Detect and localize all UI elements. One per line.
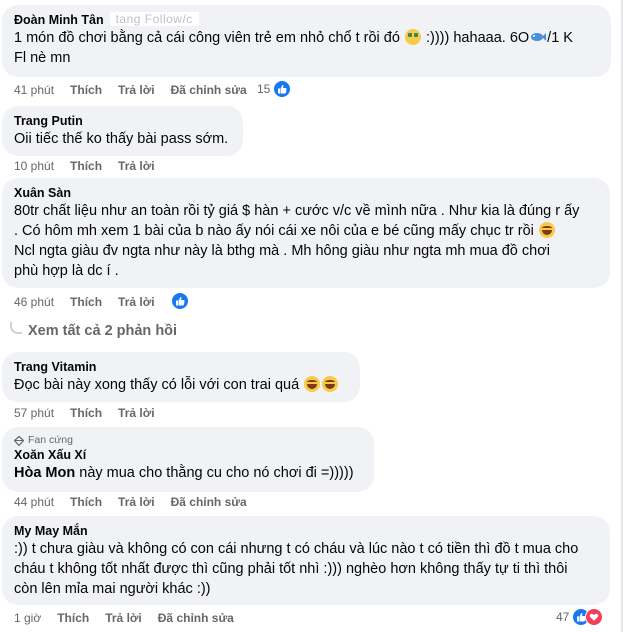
comment-text-1: 1 món đồ chơi bằng cả cái công viên trẻ …: [14, 29, 573, 46]
laughing-emoji-icon: [304, 376, 321, 392]
view-all-replies-link[interactable]: Xem tất cả 2 phản hồi: [10, 322, 178, 339]
comment-time[interactable]: 44 phút: [14, 494, 54, 510]
like-button[interactable]: Thích: [57, 610, 89, 626]
fan-badge-icon: [14, 435, 24, 446]
comment-time[interactable]: 46 phút: [14, 294, 54, 310]
mention-link[interactable]: Hòa Mon: [14, 465, 75, 481]
comment-time[interactable]: 41 phút: [14, 82, 54, 98]
comment-bubble-3: Xuân Sàn 80tr chất liệu như an toàn rồi …: [2, 178, 610, 288]
reaction-summary-6[interactable]: 47: [556, 608, 604, 626]
reply-button[interactable]: Trả lời: [118, 158, 155, 174]
laughing-emoji-icon: [538, 222, 555, 238]
comment-text-1-cont: Fl nè mn: [14, 50, 71, 66]
edited-label[interactable]: Đã chỉnh sửa: [171, 494, 247, 510]
fish-emoji-icon: [531, 33, 547, 41]
fan-badge: Fan cứng: [14, 434, 362, 447]
comment-text-2: Oii tiếc thế ko thấy bài pass sớm.: [14, 131, 229, 147]
comment-bubble-5: Fan cứng Xoăn Xấu Xí Hòa Mon này mua cho…: [2, 427, 374, 492]
comment-bubble-1: Đoàn Minh Tân tang Follow/c 1 món đồ chơi…: [2, 5, 611, 77]
redacted-label: tang Follow/c: [109, 12, 199, 26]
reaction-summary-3[interactable]: [171, 292, 189, 310]
comment-text-6-line2: cháu t không tốt nhất được thì cũng phải…: [14, 561, 568, 577]
comment-text-3-line4: phù hợp là dc í .: [14, 263, 119, 279]
comment-text-3-line1: 80tr chất liệu như an toàn rồi tỷ giá $ …: [14, 203, 580, 219]
edited-label[interactable]: Đã chỉnh sửa: [171, 82, 247, 98]
comment-author-6[interactable]: My May Mắn: [14, 523, 598, 539]
fan-badge-label: Fan cứng: [28, 434, 73, 446]
comment-text-3-line2: . Có hôm mh xem 1 bài của b nào ấy nói c…: [14, 221, 598, 241]
reaction-count: 47: [556, 610, 570, 624]
comment-actions-4: 57 phút Thích Trả lời: [14, 405, 171, 421]
like-button[interactable]: Thích: [70, 494, 102, 510]
comment-author-4[interactable]: Trang Vitamin: [14, 359, 348, 375]
comment-author-1[interactable]: Đoàn Minh Tân tang Follow/c: [14, 12, 599, 28]
comment-bubble-6: My May Mắn :)) t chưa giàu và không có c…: [2, 516, 610, 605]
like-button[interactable]: Thích: [70, 294, 102, 310]
comment-text-3-line3: Ncl ngta giàu đv ngta như này là bthg mà…: [14, 243, 550, 259]
comment-text-4: Đọc bài này xong thấy có lỗi với con tra…: [14, 375, 348, 395]
comment-text-6-line1: :)) t chưa giàu và không có con cái nhưn…: [14, 541, 579, 557]
heart-icon: [585, 608, 604, 626]
reply-button[interactable]: Trả lời: [118, 494, 155, 510]
reply-button[interactable]: Trả lời: [118, 294, 155, 310]
comment-actions-3: 46 phút Thích Trả lời: [14, 294, 171, 310]
view-replies-label: Xem tất cả 2 phản hồi: [28, 323, 178, 339]
reaction-summary-1[interactable]: 15: [257, 80, 292, 98]
edited-label[interactable]: Đã chỉnh sửa: [158, 610, 234, 626]
comment-bubble-4: Trang Vitamin Đọc bài này xong thấy có l…: [2, 352, 360, 402]
comment-bubble-2: Trang Putin Oii tiếc thế ko thấy bài pas…: [2, 106, 243, 156]
reply-button[interactable]: Trả lời: [118, 82, 155, 98]
reaction-count: 15: [257, 82, 271, 96]
comment-text-5: Hòa Mon này mua cho thằng cu cho nó chơi…: [14, 465, 354, 481]
like-button[interactable]: Thích: [70, 82, 102, 98]
comment-author-3[interactable]: Xuân Sàn: [14, 185, 598, 201]
like-icon: [273, 80, 292, 98]
comment-actions-1: 41 phút Thích Trả lời Đã chỉnh sửa: [14, 82, 263, 98]
reply-button[interactable]: Trả lời: [105, 610, 142, 626]
like-icon: [171, 292, 189, 310]
comment-text-6-line3: còn lên mỉa mai người khác :)): [14, 581, 211, 597]
comment-actions-6: 1 giờ Thích Trả lời Đã chỉnh sửa: [14, 610, 250, 626]
reply-button[interactable]: Trả lời: [118, 405, 155, 421]
comment-author-5[interactable]: Xoăn Xấu Xí: [14, 447, 362, 463]
comment-actions-2: 10 phút Thích Trả lời: [14, 158, 171, 174]
comment-time[interactable]: 57 phút: [14, 405, 54, 421]
like-button[interactable]: Thích: [70, 158, 102, 174]
like-button[interactable]: Thích: [70, 405, 102, 421]
laughing-emoji-icon: [322, 376, 339, 392]
money-face-emoji-icon: [404, 29, 421, 45]
comment-time[interactable]: 10 phút: [14, 158, 54, 174]
comment-actions-5: 44 phút Thích Trả lời Đã chỉnh sửa: [14, 494, 263, 510]
comment-author-2[interactable]: Trang Putin: [14, 113, 231, 129]
comment-time[interactable]: 1 giờ: [14, 610, 41, 626]
reply-thread-line: [10, 322, 22, 334]
